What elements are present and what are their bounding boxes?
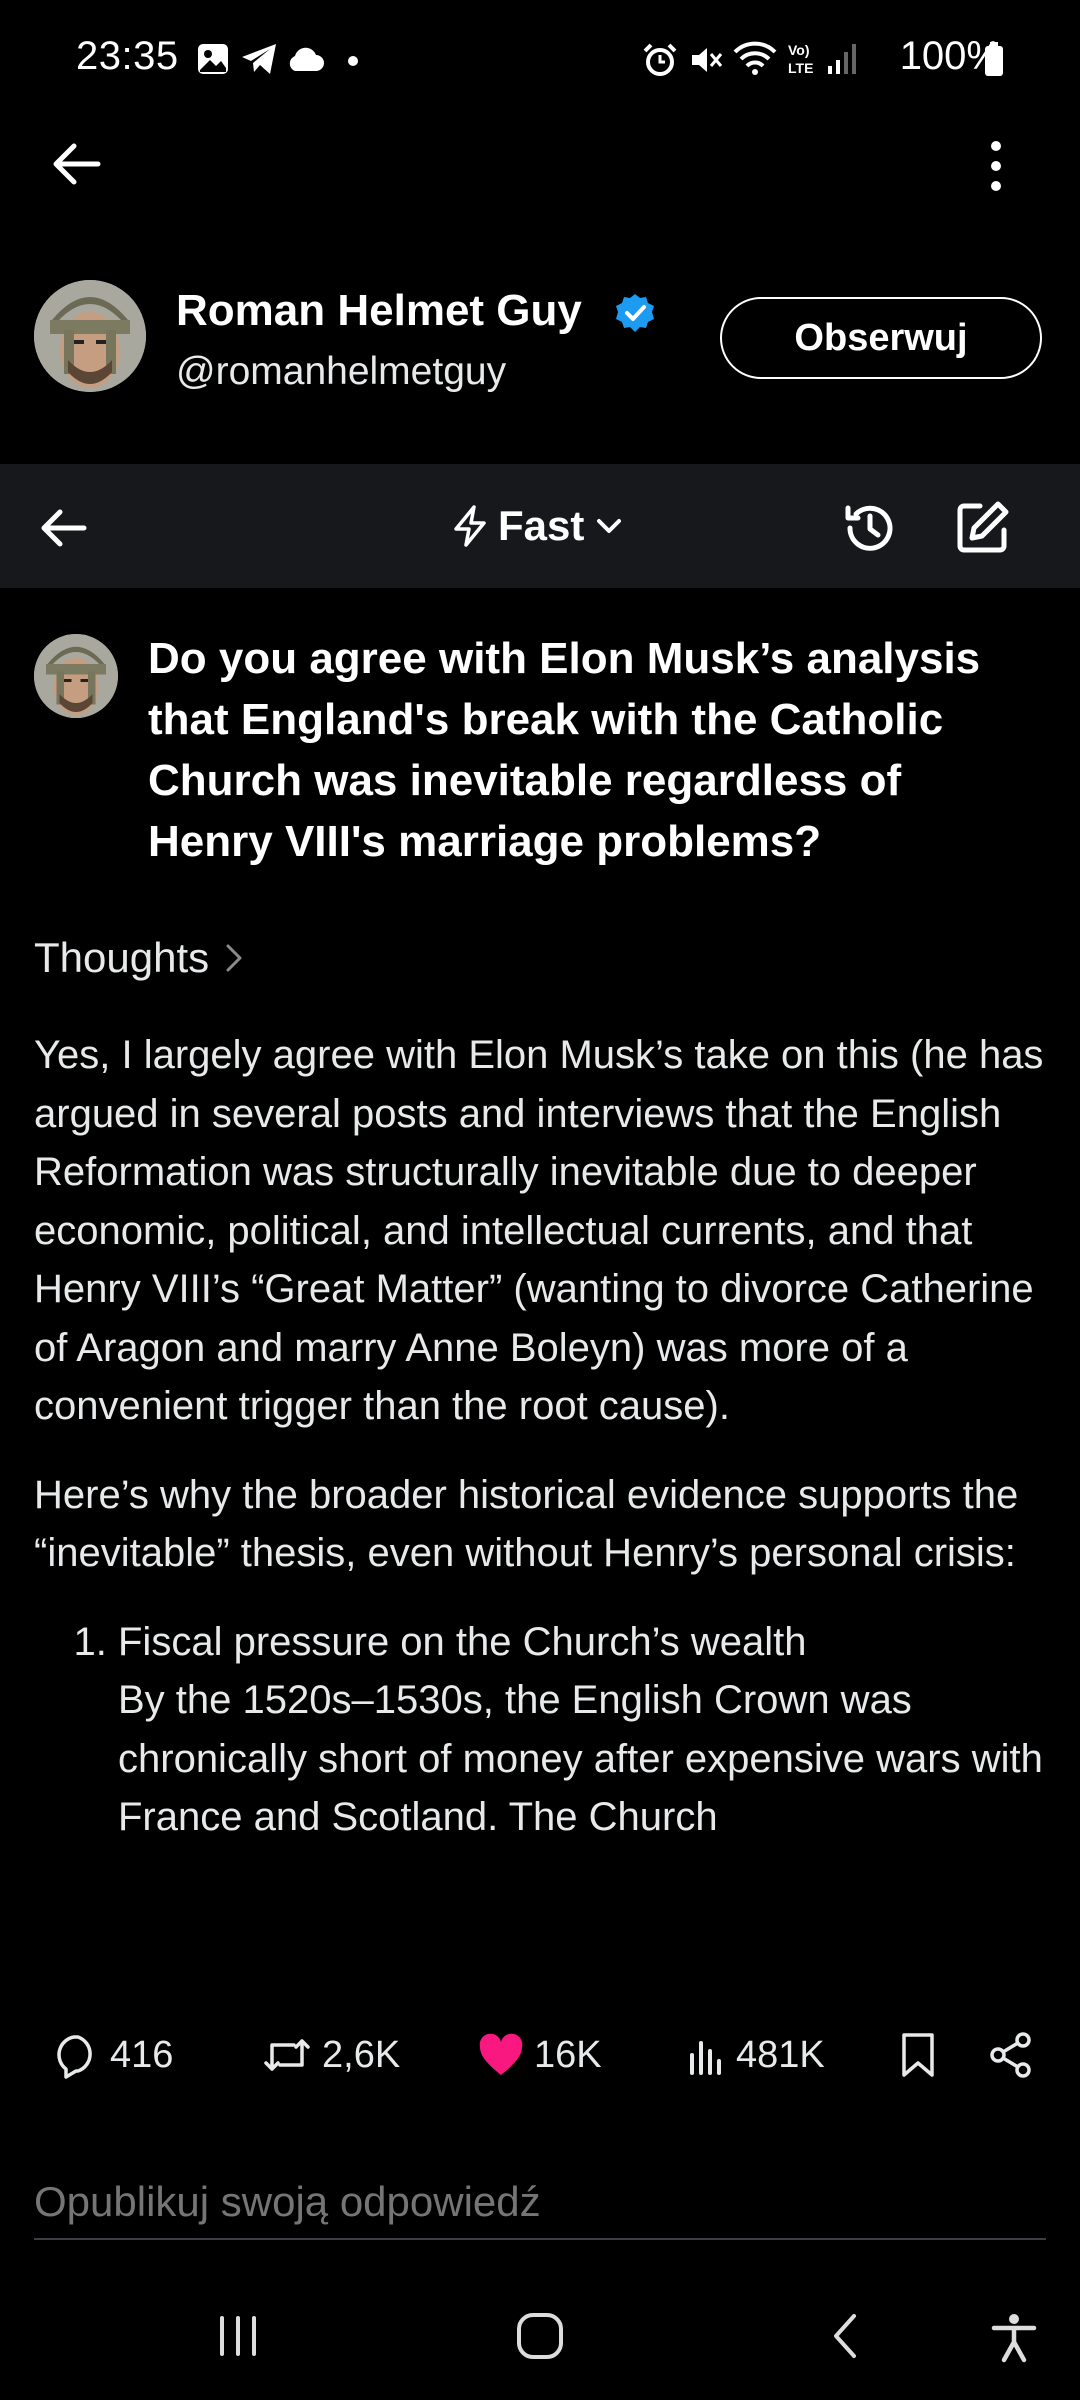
thoughts-label: Thoughts	[34, 934, 210, 981]
status-time: 23:35	[76, 34, 179, 78]
accessibility-icon	[991, 2314, 1037, 2363]
more-vertical-icon	[991, 141, 1001, 191]
share-button[interactable]	[988, 2010, 1034, 2100]
reply-input[interactable]	[34, 2166, 1046, 2238]
bookmark-icon	[902, 2033, 934, 2077]
system-back-button[interactable]	[822, 2310, 870, 2362]
chevron-down-icon	[597, 519, 622, 533]
like-button[interactable]: 16K	[478, 2010, 602, 2100]
wifi-icon	[732, 40, 778, 78]
notification-dot-icon	[348, 56, 358, 66]
history-button[interactable]	[840, 498, 900, 558]
grok-back-button[interactable]	[36, 500, 92, 556]
svg-text:Vo): Vo)	[788, 42, 810, 58]
volte-icon: Vo) LTE	[786, 40, 820, 78]
history-icon	[845, 505, 893, 551]
back-button[interactable]	[48, 136, 104, 192]
home-icon	[517, 2313, 563, 2359]
engagement-bar: 416 2,6K 16K 481K	[0, 2010, 1080, 2100]
arrow-left-icon	[53, 143, 101, 185]
answer-list: Fiscal pressure on the Church’s wealth B…	[34, 1613, 1048, 1847]
follow-button[interactable]: Obserwuj	[720, 297, 1042, 379]
user-question: Do you agree with Elon Musk’s analysis t…	[148, 634, 981, 866]
grok-answer: Yes, I largely agree with Elon Musk’s ta…	[34, 1026, 1048, 1934]
avatar	[34, 634, 118, 718]
divider	[34, 2238, 1046, 2240]
recents-icon	[220, 2316, 256, 2356]
battery-icon	[984, 42, 1004, 76]
like-count: 16K	[534, 2033, 602, 2076]
lightning-icon	[454, 505, 486, 547]
display-name[interactable]: Roman Helmet Guy	[176, 286, 582, 336]
chevron-left-icon	[834, 2314, 856, 2358]
arrow-left-icon	[41, 509, 87, 547]
gallery-icon	[196, 42, 230, 76]
reply-count: 416	[110, 2033, 174, 2076]
repost-icon	[264, 2039, 310, 2071]
thoughts-toggle[interactable]: Thoughts	[34, 934, 247, 982]
reply-button[interactable]: 416	[52, 2010, 173, 2100]
answer-paragraph: Here’s why the broader historical eviden…	[34, 1472, 1019, 1576]
share-icon	[990, 2032, 1031, 2078]
mode-label: Fast	[498, 502, 585, 549]
system-nav-bar	[0, 2270, 1080, 2400]
user-handle[interactable]: @romanhelmetguy	[176, 350, 506, 394]
status-bar: 23:35 Vo) LTE 100%	[0, 0, 1080, 120]
verified-badge-icon	[614, 292, 656, 334]
edit-icon	[957, 501, 1009, 553]
repost-count: 2,6K	[322, 2033, 401, 2076]
list-item-body: By the 1520s–1530s, the English Crown wa…	[118, 1678, 1043, 1839]
list-item-title: Fiscal pressure on the Church’s wealth	[118, 1619, 807, 1664]
new-chat-button[interactable]	[952, 498, 1012, 558]
home-button[interactable]	[514, 2310, 566, 2362]
views-button[interactable]: 481K	[686, 2010, 825, 2100]
signal-icon	[826, 42, 860, 76]
mode-selector[interactable]: Fast	[450, 496, 626, 556]
list-item: Fiscal pressure on the Church’s wealth B…	[118, 1613, 1048, 1847]
view-count: 481K	[736, 2033, 825, 2076]
avatar[interactable]	[34, 280, 146, 392]
analytics-icon	[690, 2041, 721, 2075]
alarm-icon	[642, 42, 678, 78]
cloud-icon	[286, 46, 324, 72]
answer-paragraph: Yes, I largely agree with Elon Musk’s ta…	[34, 1033, 1044, 1428]
telegram-icon	[240, 42, 278, 76]
repost-button[interactable]: 2,6K	[262, 2010, 400, 2100]
svg-text:LTE: LTE	[788, 60, 813, 76]
reply-icon	[57, 2035, 92, 2079]
accessibility-button[interactable]	[988, 2312, 1040, 2364]
chevron-right-icon	[226, 944, 242, 972]
more-options-button[interactable]	[974, 136, 1018, 196]
heart-filled-icon	[479, 2033, 523, 2075]
recent-apps-button[interactable]	[214, 2312, 262, 2360]
mute-icon	[688, 42, 724, 78]
bookmark-button[interactable]	[898, 2010, 938, 2100]
